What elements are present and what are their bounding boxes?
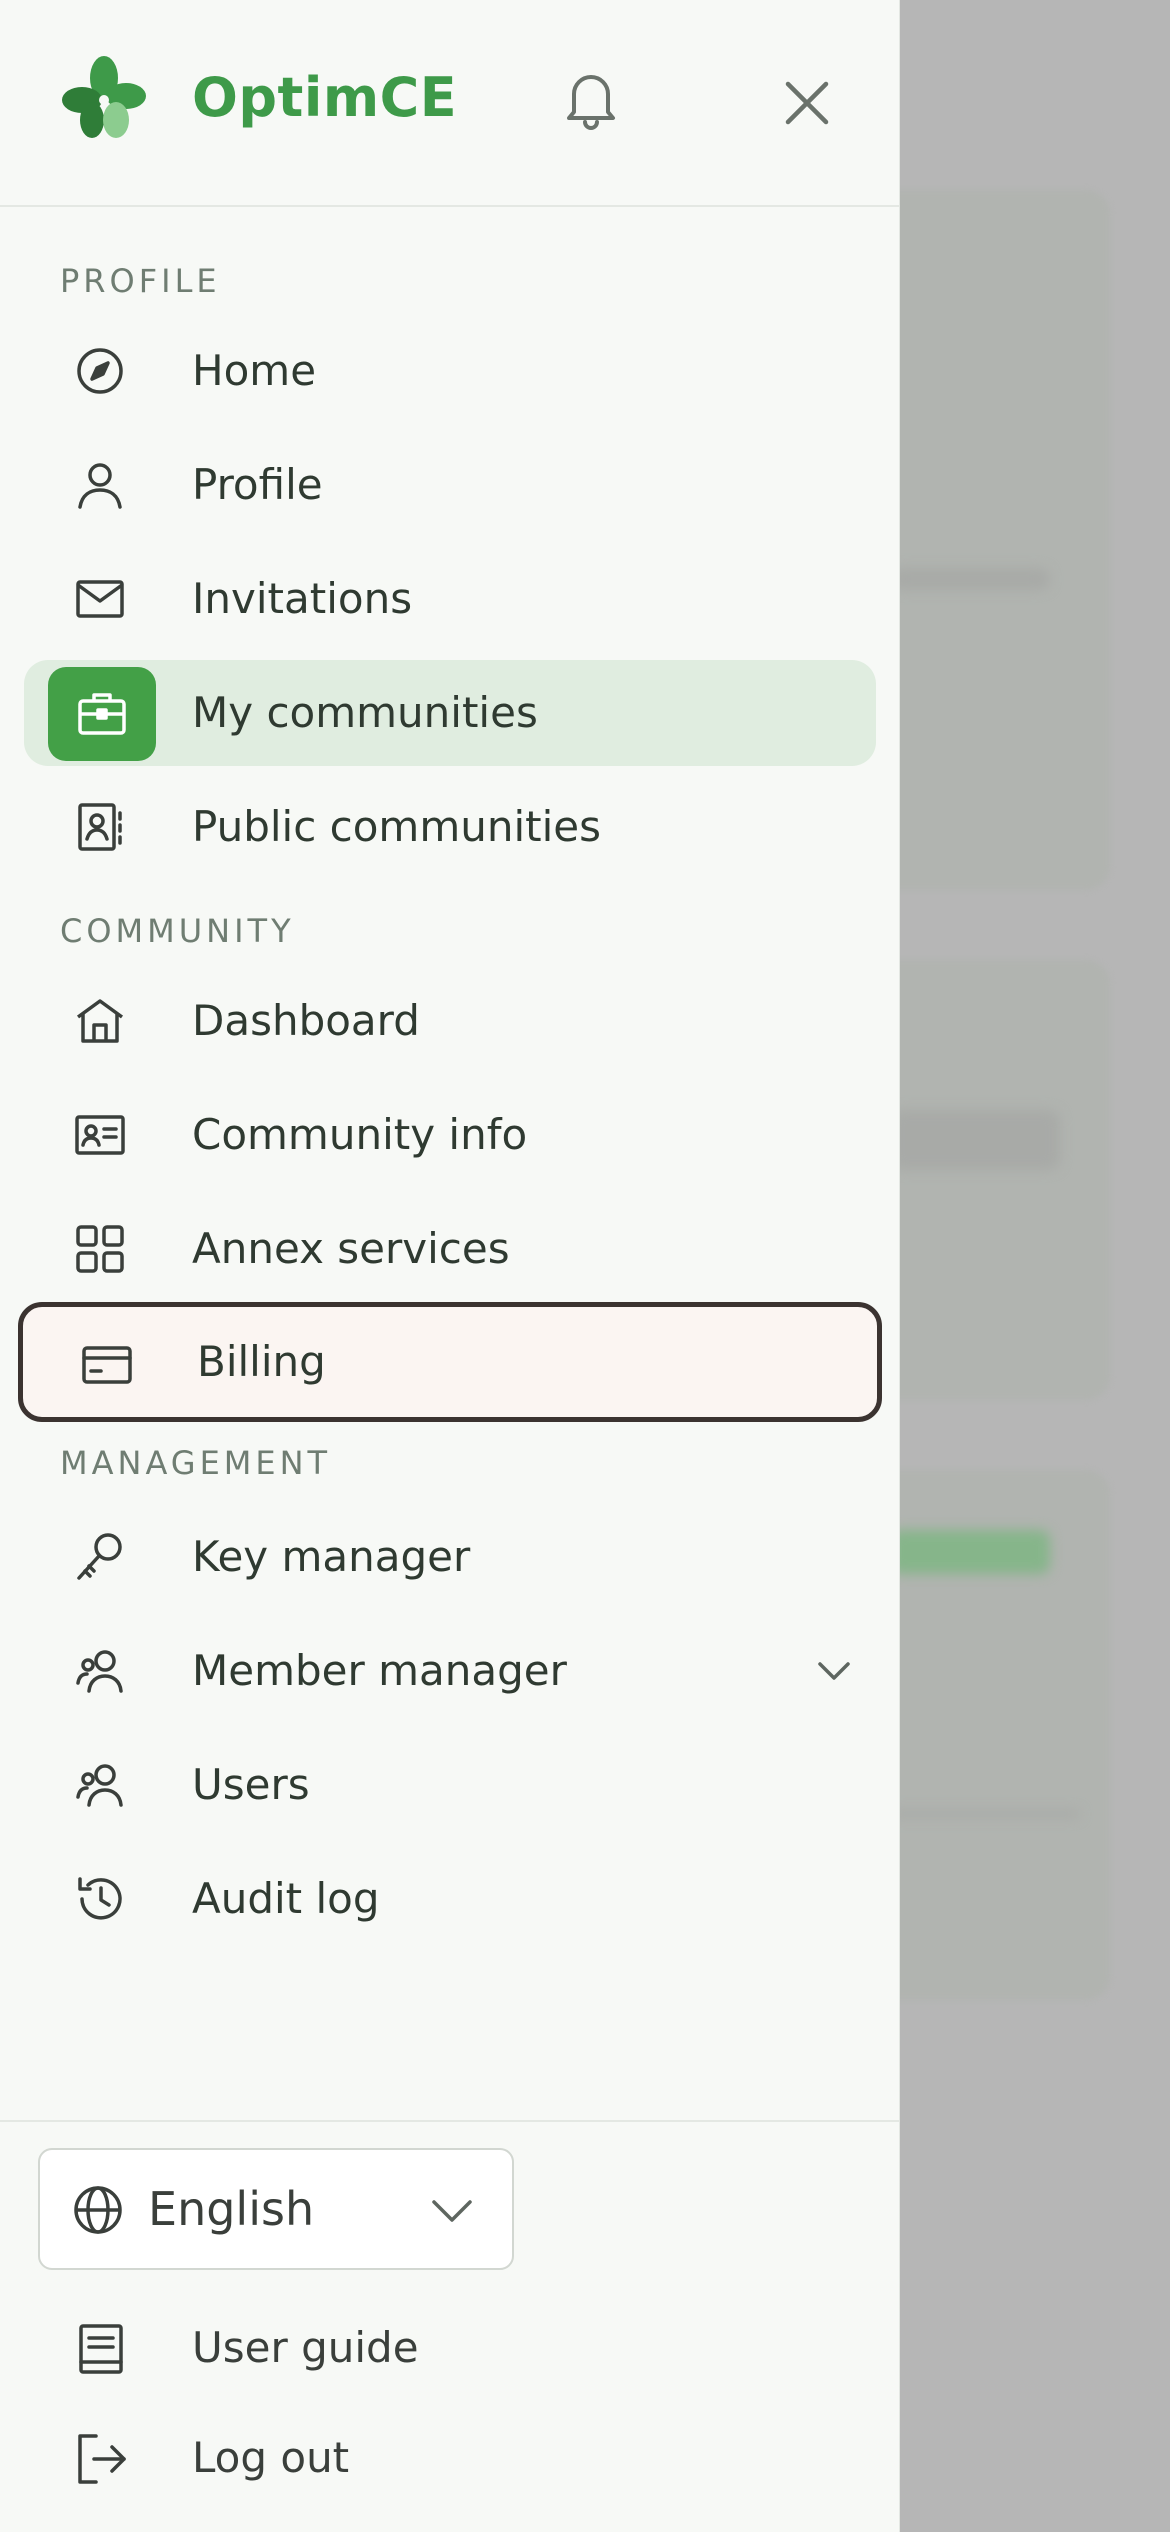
logout-icon xyxy=(78,2434,126,2484)
close-icon[interactable] xyxy=(776,72,838,134)
background-field xyxy=(890,1110,1060,1170)
nav-item-users[interactable]: Users xyxy=(24,1732,876,1838)
contact-book-icon xyxy=(78,803,122,851)
section-label-management: MANAGEMENT xyxy=(60,1444,332,1482)
nav-item-label: Home xyxy=(192,346,317,395)
user-guide-label: User guide xyxy=(192,2323,419,2372)
drawer-header: OptimCE xyxy=(0,0,899,207)
nav-item-community-info[interactable]: Community info xyxy=(24,1082,876,1188)
grid-icon xyxy=(76,1225,124,1273)
nav-item-label: Key manager xyxy=(192,1532,471,1581)
id-card-icon xyxy=(75,1115,125,1155)
nav-item-key-manager[interactable]: Key manager xyxy=(24,1504,876,1610)
background-divider xyxy=(890,1810,1080,1818)
book-icon xyxy=(79,2324,123,2374)
chevron-down-icon xyxy=(432,2200,472,2222)
clover-logo-icon xyxy=(62,56,146,138)
nav-item-billing[interactable]: Billing xyxy=(18,1302,882,1422)
envelope-icon xyxy=(76,580,124,618)
background-text xyxy=(890,568,1050,590)
nav-item-dashboard[interactable]: Dashboard xyxy=(24,968,876,1074)
brand-name: OptimCE xyxy=(192,66,458,129)
language-select[interactable]: English xyxy=(38,2148,514,2270)
nav-item-label: My communities xyxy=(192,688,538,737)
nav-item-annex-services[interactable]: Annex services xyxy=(24,1196,876,1302)
nav-item-public-communities[interactable]: Public communities xyxy=(24,774,876,880)
compass-icon xyxy=(77,348,123,394)
globe-icon xyxy=(74,2186,122,2234)
navigation-drawer: OptimCE PROFILE Home Profile Invitations xyxy=(0,0,900,2532)
key-icon xyxy=(77,1533,122,1580)
nav-item-home[interactable]: Home xyxy=(24,318,876,424)
log-out-label: Log out xyxy=(192,2433,350,2482)
nav-item-label: Billing xyxy=(197,1337,326,1386)
section-label-profile: PROFILE xyxy=(60,262,221,300)
history-icon xyxy=(78,1877,122,1920)
language-value: English xyxy=(148,2182,315,2236)
log-out-button[interactable]: Log out xyxy=(24,2408,876,2508)
nav-item-member-manager[interactable]: Member manager xyxy=(24,1618,876,1724)
nav-item-audit-log[interactable]: Audit log xyxy=(24,1846,876,1952)
notification-bell-icon[interactable] xyxy=(556,64,626,134)
users-icon xyxy=(76,1764,123,1807)
credit-card-icon xyxy=(82,1346,132,1384)
nav-item-label: Profile xyxy=(192,460,323,509)
nav-item-label: Audit log xyxy=(192,1874,380,1923)
nav-item-label: Annex services xyxy=(192,1224,510,1273)
nav-item-label: Public communities xyxy=(192,802,602,851)
briefcase-icon xyxy=(78,693,126,735)
footer-divider xyxy=(0,2120,899,2122)
nav-item-my-communities[interactable]: My communities xyxy=(24,660,876,766)
nav-item-label: Users xyxy=(192,1760,310,1809)
nav-item-label: Invitations xyxy=(192,574,413,623)
nav-item-label: Community info xyxy=(192,1110,528,1159)
chevron-down-icon[interactable] xyxy=(814,1651,854,1691)
section-label-community: COMMUNITY xyxy=(60,912,295,950)
nav-item-profile[interactable]: Profile xyxy=(24,432,876,538)
nav-item-label: Member manager xyxy=(192,1646,567,1695)
user-guide-link[interactable]: User guide xyxy=(24,2298,876,2398)
nav-item-label: Dashboard xyxy=(192,996,420,1045)
users-icon xyxy=(76,1650,123,1693)
nav-item-invitations[interactable]: Invitations xyxy=(24,546,876,652)
background-button xyxy=(890,1530,1050,1574)
house-icon xyxy=(76,999,124,1043)
user-icon xyxy=(78,463,122,509)
